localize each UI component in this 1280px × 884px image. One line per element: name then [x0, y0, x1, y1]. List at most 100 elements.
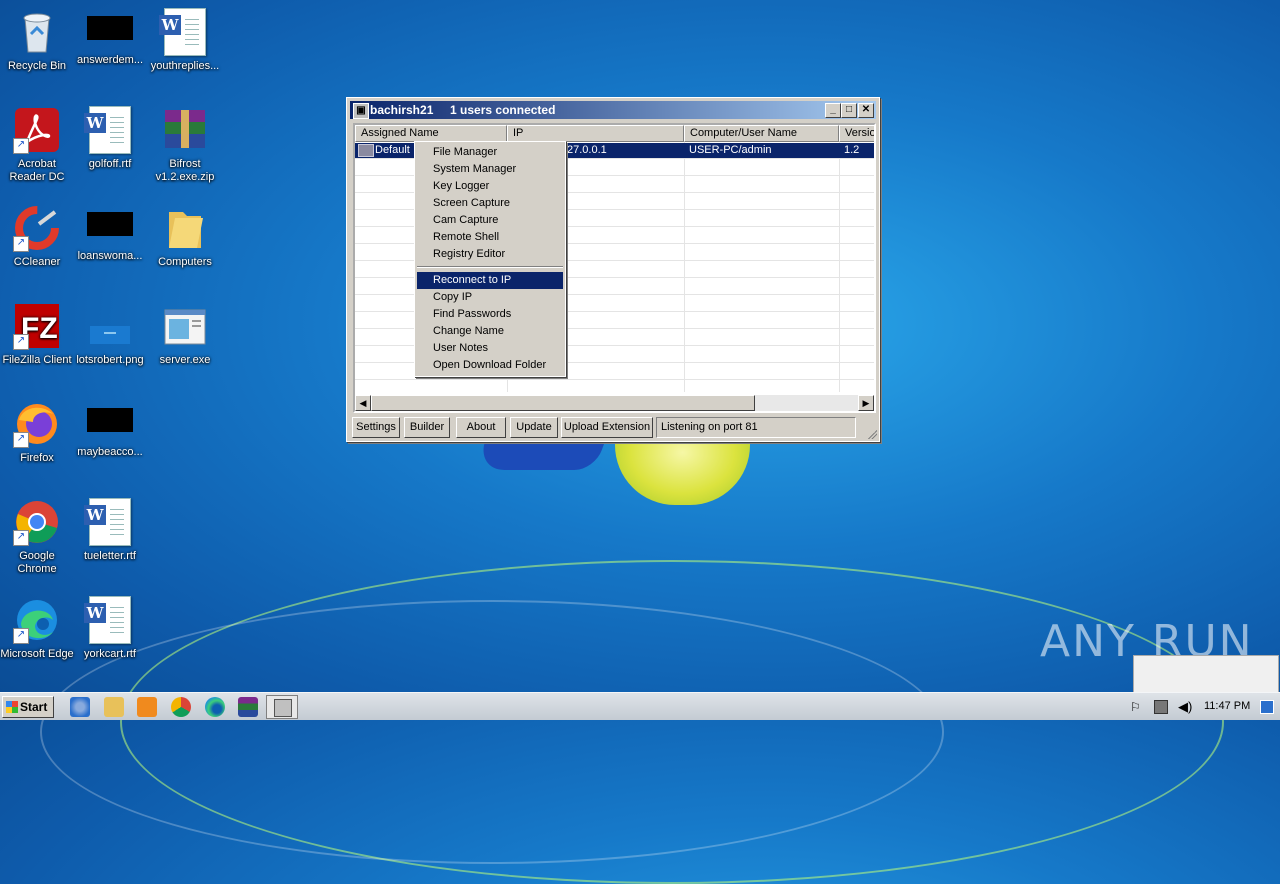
desktop-icon-loanswoma[interactable]: loanswoma...: [73, 198, 147, 263]
maximize-button[interactable]: □: [841, 103, 857, 118]
cell-assigned-name: Default: [375, 144, 410, 156]
menu-item-file-manager[interactable]: File Manager: [417, 144, 563, 161]
desktop-icon-ccleaner[interactable]: ↗ CCleaner: [0, 198, 74, 269]
desktop-icon-label: server.exe: [159, 354, 211, 366]
desktop-icon-golfoff[interactable]: W golfoff.rtf: [73, 100, 147, 171]
menu-item-key-logger[interactable]: Key Logger: [417, 178, 563, 195]
media-player-icon[interactable]: [137, 697, 157, 717]
menu-item-user-notes[interactable]: User Notes: [417, 340, 563, 357]
explorer-folder-icon[interactable]: [104, 697, 124, 717]
app-icon: ▣: [353, 103, 369, 119]
desktop-icon-chrome[interactable]: ↗ Google Chrome: [0, 492, 74, 576]
desktop-icon-tueletter[interactable]: W tueletter.rtf: [73, 492, 147, 563]
desktop-icon-maybeacco[interactable]: maybeacco...: [73, 394, 147, 459]
resize-grip-icon[interactable]: [867, 429, 877, 439]
chrome-icon: ↗: [13, 498, 61, 546]
window-title: bachirsh21 1 users connected: [370, 103, 556, 117]
desktop-icon-label: FileZilla Client: [2, 354, 72, 366]
wallpaper-shape: [474, 440, 606, 470]
edge-icon: ↗: [13, 596, 61, 644]
ccleaner-icon: ↗: [13, 204, 61, 252]
menu-item-change-name[interactable]: Change Name: [417, 323, 563, 340]
desktop-icon-server-exe[interactable]: server.exe: [148, 296, 222, 367]
minimize-button[interactable]: _: [825, 103, 841, 118]
bifrost-taskbar-button[interactable]: [266, 695, 298, 719]
desktop-icon-label: Firefox: [20, 452, 54, 464]
flag-icon[interactable]: ⚐: [1130, 700, 1141, 714]
scroll-left-arrow-icon[interactable]: ◀: [355, 395, 371, 411]
edge-taskbar-icon[interactable]: [205, 697, 225, 717]
desktop-icon-label: Acrobat Reader DC: [9, 158, 65, 183]
windows-logo-icon: [6, 701, 18, 713]
taskbar: Start ⚐ ◀) 11:47 PM: [0, 692, 1280, 720]
scroll-right-arrow-icon[interactable]: ▶: [858, 395, 874, 411]
menu-item-registry-editor[interactable]: Registry Editor: [417, 246, 563, 263]
start-button[interactable]: Start: [2, 696, 54, 718]
window-titlebar[interactable]: ▣ bachirsh21 1 users connected _ □ ✕: [350, 101, 876, 119]
firefox-icon: ↗: [13, 400, 61, 448]
chrome-taskbar-icon[interactable]: [171, 697, 191, 717]
desktop-icon-edge[interactable]: ↗ Microsoft Edge: [0, 590, 74, 661]
column-header-assigned-name[interactable]: Assigned Name: [355, 125, 507, 142]
desktop-icon-label: youthreplies...: [150, 60, 220, 72]
context-menu[interactable]: File Manager System Manager Key Logger S…: [414, 141, 566, 377]
desktop-icon-firefox[interactable]: ↗ Firefox: [0, 394, 74, 465]
menu-item-copy-ip[interactable]: Copy IP: [417, 289, 563, 306]
file-icon: [87, 408, 133, 432]
horizontal-scrollbar[interactable]: ◀ ▶: [355, 395, 874, 411]
system-tray[interactable]: ⚐ ◀): [1126, 697, 1196, 717]
status-bar: Listening on port 81: [656, 417, 856, 438]
desktop-icon-label: Google Chrome: [17, 550, 57, 575]
shortcut-arrow-icon: ↗: [13, 530, 29, 546]
desktop-icon-computers-folder[interactable]: Computers: [148, 198, 222, 269]
column-header-version[interactable]: Versio: [839, 125, 874, 142]
thumbnail-preview: [1133, 655, 1279, 694]
menu-item-remote-shell[interactable]: Remote Shell: [417, 229, 563, 246]
winrar-taskbar-icon[interactable]: [238, 697, 258, 717]
about-button[interactable]: About: [456, 417, 506, 438]
desktop-icon-label: lotsrobert.png: [76, 354, 144, 366]
menu-item-system-manager[interactable]: System Manager: [417, 161, 563, 178]
desktop-icon-youthreplies[interactable]: W youthreplies...: [148, 2, 222, 73]
internet-explorer-icon[interactable]: [70, 697, 90, 717]
upload-extension-button[interactable]: Upload Extension: [561, 417, 653, 438]
bifrost-app-icon: [274, 699, 292, 717]
word-document-icon: W: [159, 8, 209, 56]
row-icon: [358, 144, 374, 157]
desktop-icon-label: loanswoma...: [77, 250, 143, 262]
desktop-icon-lotsrobert[interactable]: lotsrobert.png: [73, 296, 147, 367]
column-divider: [839, 142, 840, 392]
desktop-icon-answerdem[interactable]: answerdem...: [73, 2, 147, 67]
desktop-icon-bifrost-zip[interactable]: Bifrost v1.2.exe.zip: [148, 100, 222, 184]
column-header-ip[interactable]: IP: [507, 125, 684, 142]
menu-item-find-passwords[interactable]: Find Passwords: [417, 306, 563, 323]
menu-item-open-download-folder[interactable]: Open Download Folder: [417, 357, 563, 374]
shortcut-arrow-icon: ↗: [13, 236, 29, 252]
update-button[interactable]: Update: [510, 417, 558, 438]
clock[interactable]: 11:47 PM: [1204, 700, 1250, 712]
desktop-icon-label: Bifrost v1.2.exe.zip: [155, 158, 215, 183]
builder-button[interactable]: Builder: [404, 417, 450, 438]
volume-icon[interactable]: ◀): [1178, 699, 1192, 715]
desktop-icon-label: Recycle Bin: [7, 60, 67, 72]
menu-item-cam-capture[interactable]: Cam Capture: [417, 212, 563, 229]
winrar-archive-icon: [161, 106, 209, 154]
scrollbar-thumb[interactable]: [371, 395, 755, 411]
desktop-icon-label: Computers: [158, 256, 212, 268]
desktop-icon-yorkcart[interactable]: W yorkcart.rtf: [73, 590, 147, 661]
menu-item-reconnect-to-ip[interactable]: Reconnect to IP: [417, 272, 563, 289]
menu-item-screen-capture[interactable]: Screen Capture: [417, 195, 563, 212]
cell-version: 1.2: [844, 144, 860, 156]
listview-header: Assigned Name IP Computer/User Name Vers…: [355, 125, 874, 142]
shortcut-arrow-icon: ↗: [13, 334, 29, 350]
network-icon[interactable]: [1154, 700, 1168, 714]
column-divider: [684, 142, 685, 392]
close-button[interactable]: ✕: [858, 103, 874, 118]
desktop-icon-acrobat[interactable]: ↗ Acrobat Reader DC: [0, 100, 74, 184]
settings-button[interactable]: Settings: [352, 417, 400, 438]
show-desktop-icon[interactable]: [1260, 700, 1274, 714]
column-header-computer-user[interactable]: Computer/User Name: [684, 125, 839, 142]
desktop-icon-recycle-bin[interactable]: Recycle Bin: [0, 2, 74, 73]
cell-computer-user: USER-PC/admin: [689, 144, 772, 156]
desktop-icon-filezilla[interactable]: FZ ↗ FileZilla Client: [0, 296, 74, 367]
